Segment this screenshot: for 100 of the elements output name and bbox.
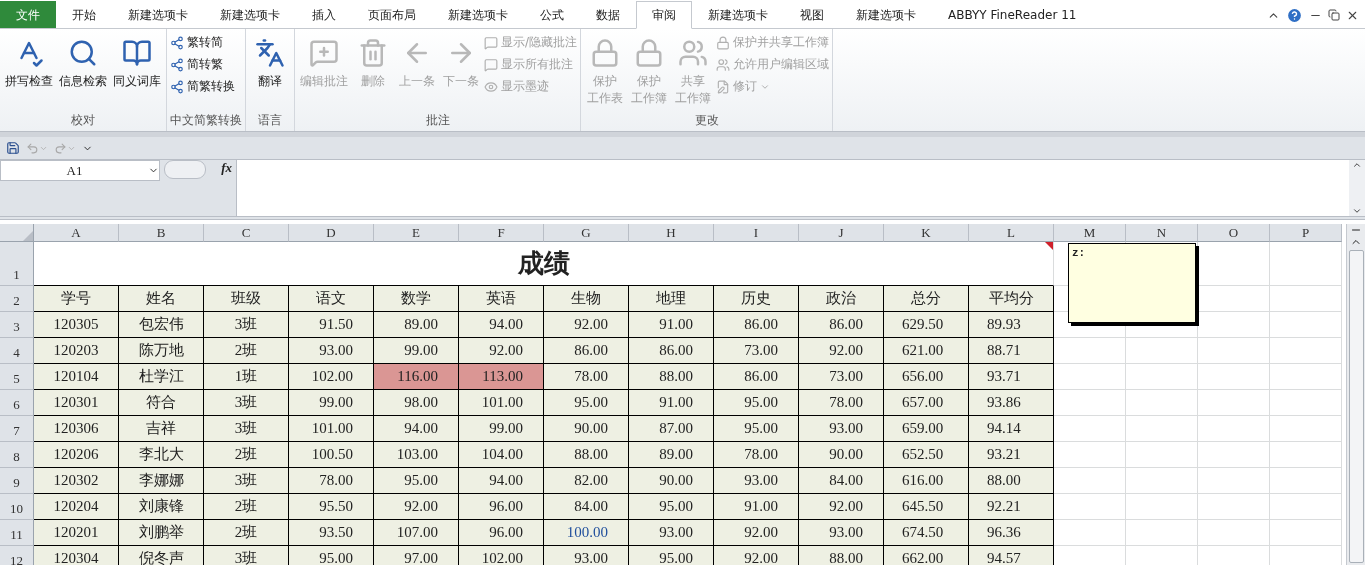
ribbon-tab[interactable]: 新建选项卡 bbox=[692, 1, 784, 28]
empty-cell[interactable] bbox=[1270, 242, 1342, 286]
ribbon-tab[interactable]: 开始 bbox=[56, 1, 112, 28]
scrollbar-thumb[interactable] bbox=[1348, 250, 1364, 563]
row-header[interactable]: 4 bbox=[0, 338, 34, 364]
ribbon-tab[interactable]: 插入 bbox=[296, 1, 352, 28]
ribbon-tab[interactable]: 审阅 bbox=[636, 1, 692, 29]
scroll-down-icon[interactable] bbox=[1352, 206, 1362, 216]
column-header[interactable]: N bbox=[1126, 224, 1198, 242]
save-icon[interactable] bbox=[6, 141, 20, 155]
empty-cell[interactable] bbox=[1198, 520, 1270, 546]
empty-cell[interactable] bbox=[1270, 364, 1342, 390]
restore-icon[interactable] bbox=[1328, 9, 1340, 21]
column-header[interactable]: O bbox=[1198, 224, 1270, 242]
scroll-up-icon[interactable] bbox=[1352, 160, 1362, 170]
ribbon-icon bbox=[170, 35, 184, 50]
ribbon-tab[interactable]: 数据 bbox=[580, 1, 636, 28]
column-header[interactable]: M bbox=[1054, 224, 1126, 242]
column-heading-cell: 生物 bbox=[544, 286, 629, 312]
empty-cell[interactable] bbox=[1198, 416, 1270, 442]
empty-cell[interactable] bbox=[1270, 520, 1342, 546]
ribbon-tab[interactable]: 视图 bbox=[784, 1, 840, 28]
ribbon-button[interactable]: 翻译 bbox=[249, 31, 291, 109]
empty-cell[interactable] bbox=[1126, 338, 1198, 364]
empty-cell[interactable] bbox=[1270, 390, 1342, 416]
select-all-button[interactable] bbox=[0, 224, 34, 242]
ribbon-tab[interactable]: 新建选项卡 bbox=[432, 1, 524, 28]
comment-tooltip[interactable]: z: bbox=[1068, 243, 1196, 323]
row-header[interactable]: 5 bbox=[0, 364, 34, 390]
empty-cell[interactable] bbox=[1126, 364, 1198, 390]
ribbon-icon bbox=[170, 57, 184, 72]
column-header[interactable]: B bbox=[119, 224, 204, 242]
row-header[interactable]: 2 bbox=[0, 286, 34, 312]
row-header[interactable]: 9 bbox=[0, 468, 34, 494]
column-header[interactable]: C bbox=[204, 224, 289, 242]
table-cell: 104.00 bbox=[459, 442, 544, 468]
row-header[interactable]: 8 bbox=[0, 442, 34, 468]
empty-cell[interactable] bbox=[1198, 442, 1270, 468]
empty-cell[interactable] bbox=[1270, 416, 1342, 442]
column-header[interactable]: F bbox=[459, 224, 544, 242]
empty-cell[interactable] bbox=[1270, 468, 1342, 494]
table-cell: 93.00 bbox=[544, 546, 629, 565]
empty-cell[interactable] bbox=[1198, 338, 1270, 364]
formula-bar-handle[interactable] bbox=[164, 160, 206, 179]
empty-cell[interactable] bbox=[1126, 494, 1198, 520]
row-header[interactable]: 7 bbox=[0, 416, 34, 442]
ribbon-tab[interactable]: 公式 bbox=[524, 1, 580, 28]
column-header[interactable]: A bbox=[34, 224, 119, 242]
empty-cell[interactable] bbox=[1126, 442, 1198, 468]
empty-cell[interactable] bbox=[1198, 364, 1270, 390]
column-header[interactable]: G bbox=[544, 224, 629, 242]
help-icon[interactable] bbox=[1286, 6, 1303, 24]
empty-cell[interactable] bbox=[1198, 468, 1270, 494]
column-header[interactable]: J bbox=[799, 224, 884, 242]
table-cell: 3班 bbox=[204, 416, 289, 442]
undo-icon[interactable] bbox=[26, 141, 48, 155]
ribbon-button[interactable]: 信息检索 bbox=[57, 31, 109, 109]
empty-cell[interactable] bbox=[1270, 286, 1342, 312]
table-cell: 96.00 bbox=[459, 520, 544, 546]
ribbon-tab[interactable]: 新建选项卡 bbox=[204, 1, 296, 28]
formula-input[interactable] bbox=[236, 160, 1349, 216]
ribbon-button[interactable]: 拼写检查 bbox=[3, 31, 55, 109]
empty-cell[interactable] bbox=[1198, 494, 1270, 520]
empty-cell[interactable] bbox=[1126, 468, 1198, 494]
column-header[interactable]: E bbox=[374, 224, 459, 242]
row-header[interactable]: 6 bbox=[0, 390, 34, 416]
empty-cell[interactable] bbox=[1126, 390, 1198, 416]
ribbon-button[interactable]: 简转繁 bbox=[170, 55, 235, 74]
row-header[interactable]: 1 bbox=[0, 242, 34, 286]
column-header[interactable]: H bbox=[629, 224, 714, 242]
ribbon-button[interactable]: 繁转简 bbox=[170, 33, 235, 52]
column-header[interactable]: K bbox=[884, 224, 969, 242]
ribbon-tab[interactable]: 文件 bbox=[0, 1, 56, 28]
name-box[interactable]: A1 bbox=[0, 160, 160, 181]
empty-cell[interactable] bbox=[1198, 390, 1270, 416]
column-header[interactable]: L bbox=[969, 224, 1054, 242]
empty-cell[interactable] bbox=[1270, 494, 1342, 520]
table-cell: 120201 bbox=[34, 520, 119, 546]
column-header[interactable]: P bbox=[1270, 224, 1342, 242]
ribbon-tab[interactable]: 新建选项卡 bbox=[112, 1, 204, 28]
ribbon-button[interactable]: 简繁转换 bbox=[170, 77, 235, 96]
row-header[interactable]: 11 bbox=[0, 520, 34, 546]
ribbon-tab[interactable]: 页面布局 bbox=[352, 1, 432, 28]
ribbon-tab[interactable]: 新建选项卡 bbox=[840, 1, 932, 28]
empty-cell[interactable] bbox=[1270, 442, 1342, 468]
empty-cell[interactable] bbox=[1270, 312, 1342, 338]
row-header[interactable]: 3 bbox=[0, 312, 34, 338]
empty-cell[interactable] bbox=[1270, 338, 1342, 364]
ribbon-button[interactable]: 同义词库 bbox=[111, 31, 163, 109]
empty-cell[interactable] bbox=[1126, 416, 1198, 442]
empty-cell[interactable] bbox=[1126, 520, 1198, 546]
row-header[interactable]: 10 bbox=[0, 494, 34, 520]
column-header[interactable]: I bbox=[714, 224, 799, 242]
table-cell: 2班 bbox=[204, 442, 289, 468]
row-header[interactable]: 12 bbox=[0, 546, 34, 565]
insert-function-button[interactable]: fx bbox=[221, 160, 236, 176]
column-header[interactable]: D bbox=[289, 224, 374, 242]
ribbon-tab[interactable]: ABBYY FineReader 11 bbox=[932, 1, 1093, 28]
redo-icon[interactable] bbox=[54, 141, 76, 155]
table-cell: 李北大 bbox=[119, 442, 204, 468]
